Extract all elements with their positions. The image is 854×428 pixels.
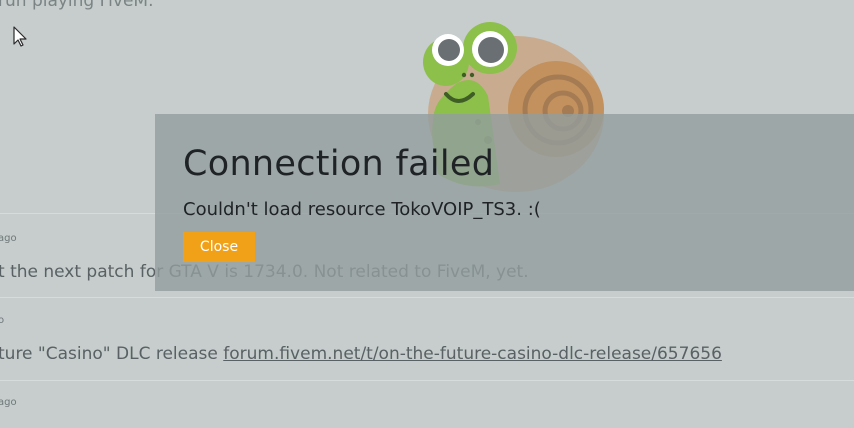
feed-item-text: ture "Casino" DLC release forum.fivem.ne… xyxy=(0,344,722,364)
feed-item-timestamp: o xyxy=(0,315,5,326)
close-button[interactable]: Close xyxy=(183,232,255,262)
cursor-icon xyxy=(13,26,27,47)
connection-failed-dialog: Connection failed Couldn't load resource… xyxy=(155,114,854,291)
feed-item-timestamp: ago xyxy=(0,397,17,408)
feed-item-text-prefix: ture "Casino" DLC release xyxy=(0,344,224,364)
feed-item-link[interactable]: forum.fivem.net/t/on-the-future-casino-d… xyxy=(223,344,722,364)
feed-separator xyxy=(0,380,854,381)
dialog-title: Connection failed xyxy=(183,144,495,184)
dialog-message: Couldn't load resource TokoVOIP_TS3. :( xyxy=(183,199,541,220)
feed-separator xyxy=(0,297,854,298)
feed-partial-text: run playing FiveM. xyxy=(0,0,154,11)
feed-item-timestamp: ago xyxy=(0,233,17,244)
